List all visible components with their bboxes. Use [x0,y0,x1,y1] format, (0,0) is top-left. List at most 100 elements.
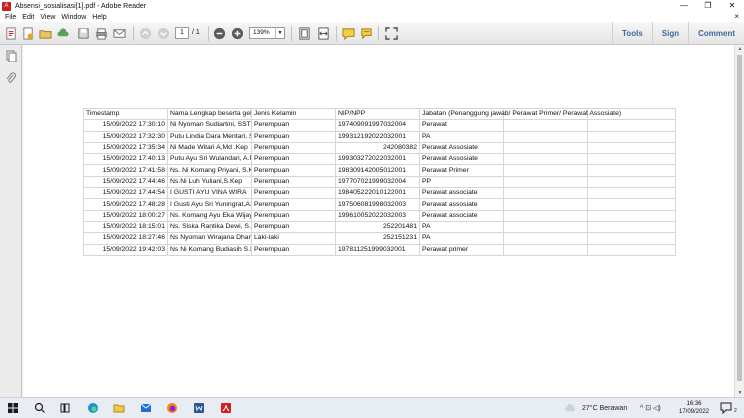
table-row: 15/09/2022 17:41:58 Ns. Ni Komang Priyani… [83,164,676,177]
table-row: 15/09/2022 17:48:28 I Gusti Ayu Sri Yunin… [83,198,676,211]
page-number-input[interactable]: 1 [175,27,189,39]
clock-date: 17/09/2022 [678,409,710,415]
empty-cell [503,243,588,256]
table-cell: PA [419,232,504,245]
windows-start-icon[interactable] [6,401,20,415]
notification-icon[interactable] [719,401,733,415]
scroll-up-icon[interactable]: ▲ [736,45,744,53]
scroll-down-icon[interactable]: ▼ [736,389,744,397]
close-button[interactable]: ✕ [720,0,744,12]
next-page-icon[interactable] [156,27,170,40]
firefox-icon[interactable] [165,401,179,415]
highlight-icon[interactable] [359,27,373,40]
table-cell: 197409091997032004 [335,119,420,132]
table-cell: 15/09/2022 18:15:01 [83,220,168,234]
adobe-reader-taskbar-icon[interactable] [219,401,233,415]
table-cell: Ni Nyoman Sudiartini, SST [167,119,252,132]
open-folder-icon[interactable] [38,27,52,40]
scrollbar-thumb[interactable] [737,55,742,381]
windows-taskbar: 27°C Berawan ^ ⊡ ◁) 16:36 17/09/2022 2 [0,397,744,418]
menu-edit[interactable]: Edit [22,14,34,21]
table-cell: 15/09/2022 17:40:13 [83,153,168,166]
table-row: 15/09/2022 18:00:27 Ns. Komang Ayu Eka Wi… [83,209,676,222]
system-clock[interactable]: 16:36 17/09/2022 [676,400,712,416]
toolbar-nav-links: Tools Sign Comment [612,22,744,45]
table-cell: Perawat Primer [419,164,504,177]
empty-cell [587,130,676,143]
empty-cell [587,232,676,245]
read-mode-icon[interactable] [384,27,398,40]
window-controls: — ❐ ✕ [672,0,744,12]
table-cell: Perawat [419,119,504,132]
table-cell: Perawat associate [419,187,504,200]
menu-file[interactable]: File [5,14,16,21]
table-cell: 197811251999032001 [335,243,420,256]
empty-cell [503,220,588,234]
weather-status[interactable]: 27°C Berawan [582,398,627,418]
edit-pdf-icon[interactable] [21,27,35,40]
zoom-level-select[interactable]: 139% ▼ [249,27,285,39]
save-icon[interactable] [76,27,90,40]
zoom-out-icon[interactable] [212,27,226,40]
chevron-down-icon[interactable]: ▼ [275,28,284,38]
empty-cell [503,141,588,155]
empty-cell [503,119,588,132]
close-document-button[interactable]: × [734,12,739,22]
empty-cell [587,220,676,234]
table-cell: 199312192022032001 [335,130,420,143]
comment-icon[interactable] [341,27,355,40]
maximize-button[interactable]: ❐ [696,0,720,12]
menu-window[interactable]: Window [61,14,86,21]
vertical-scrollbar[interactable]: ▲ ▼ [734,45,744,397]
sign-link[interactable]: Sign [651,22,688,45]
minimize-button[interactable]: — [672,0,696,12]
table-cell: Perawat Assosiate [419,153,504,166]
cloud-icon[interactable] [56,27,70,40]
tray-icons[interactable]: ^ ⊡ ◁) [640,398,661,418]
notification-count: 2 [734,408,737,414]
attendance-table: Timestamp Nama Lengkap beserta gelar Jenis… [83,107,676,256]
table-row: 15/09/2022 17:44:46 Ns.Ni Luh Yuliani,S.K… [83,175,676,189]
search-icon[interactable] [33,401,47,415]
document-view[interactable]: Timestamp Nama Lengkap beserta gelar Jenis… [23,45,734,397]
navigation-pane [0,45,22,397]
column-header: Timestamp [83,107,168,121]
edge-browser-icon[interactable] [86,401,100,415]
page-thumbnails-icon[interactable] [5,50,17,62]
table-cell: Perawat associate [419,209,504,222]
file-explorer-icon[interactable] [112,401,126,415]
table-cell: 15/09/2022 17:41:58 [83,164,168,177]
tools-link[interactable]: Tools [612,22,652,45]
header-row: Timestamp Nama Lengkap beserta gelar Jenis… [83,107,676,121]
comment-link[interactable]: Comment [688,22,744,45]
table-cell: I GUSTI AYU VINA WIRA [167,187,252,200]
table-row: 15/09/2022 17:44:54 I GUSTI AYU VINA WIRA… [83,187,676,200]
menu-help[interactable]: Help [92,14,106,21]
table-cell: Perawat Assosiate [419,141,504,155]
table-cell: 15/09/2022 18:27:46 [83,232,168,245]
table-cell: Ns. Komang Ayu Eka Wijaya [167,209,252,222]
table-cell: 15/09/2022 17:30:10 [83,119,168,132]
window-title: Absensi_sosialisasi[1].pdf - Adobe Reade… [15,2,147,10]
table-row: 15/09/2022 17:40:13 Putu Ayu Sri Wulandar… [83,153,676,166]
zoom-in-icon[interactable] [230,27,244,40]
empty-cell [587,119,676,132]
task-view-icon[interactable] [58,401,72,415]
table-cell: Ns. Ni Komang Priyani, S.Kep [167,164,252,177]
print-icon[interactable] [94,27,108,40]
weather-icon [563,401,577,415]
table-cell: Perempuan [251,243,336,256]
empty-cell [503,130,588,143]
table-cell: 252151231 [335,232,420,245]
word-icon[interactable] [192,401,206,415]
mail-icon[interactable] [139,401,153,415]
fit-page-icon[interactable] [297,27,311,40]
table-cell: PA [419,220,504,234]
previous-page-icon[interactable] [138,27,152,40]
fit-width-icon[interactable] [316,27,330,40]
attachments-icon[interactable] [5,72,17,84]
page-total: / 1 [192,29,200,36]
create-pdf-icon[interactable] [4,27,18,40]
menu-view[interactable]: View [40,14,55,21]
email-icon[interactable] [112,27,126,40]
